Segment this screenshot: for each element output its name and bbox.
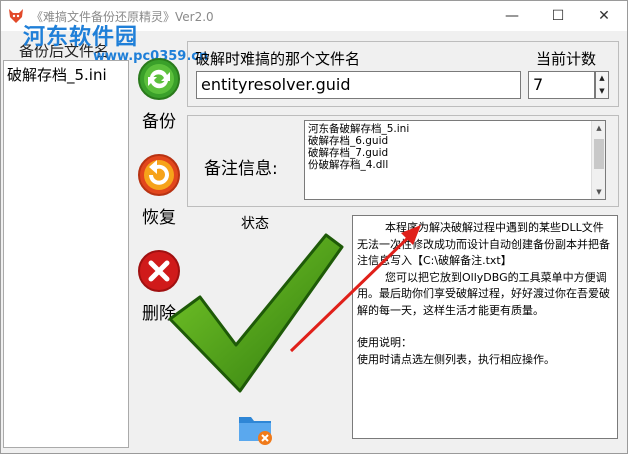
notes-scrollbar[interactable]: ▲ ▼ (591, 121, 605, 199)
maximize-button[interactable]: ☐ (535, 1, 581, 31)
minimize-button[interactable]: — (489, 1, 535, 31)
filename-input[interactable]: entityresolver.guid (196, 71, 521, 99)
notes-line: 河东备破解存档_5.ini (308, 123, 410, 135)
counter-spinner[interactable]: ▲ ▼ (595, 71, 609, 99)
backup-button[interactable]: 备份 (135, 57, 183, 132)
backup-file-list[interactable]: 破解存档_5.ini (3, 60, 129, 448)
description-text[interactable]: 本程序为解决破解过程中遇到的某些DLL文件无法一次性修改成功而设计自动创建备份副… (352, 215, 618, 439)
restore-button[interactable]: 恢复 (135, 153, 183, 228)
description-paragraph: 您可以把它放到OllyDBG的工具菜单中方便调用。最后助你们享受破解过程，好好渡… (357, 270, 610, 317)
counter-input[interactable]: 7 (528, 71, 595, 99)
spin-down-icon[interactable]: ▼ (596, 85, 608, 98)
watermark-logo: 河东软件园 (23, 25, 139, 50)
folder-delete-icon[interactable] (237, 411, 275, 447)
scroll-thumb[interactable] (594, 139, 604, 169)
app-window: 《难搞文件备份还原精灵》Ver2.0 — ☐ ✕ 破解存档_5.ini 备份后文… (0, 0, 628, 454)
description-paragraph (357, 319, 613, 335)
counter-label: 当前计数 (536, 50, 597, 68)
filename-label: 破解时难搞的那个文件名 (195, 50, 361, 68)
spin-up-icon[interactable]: ▲ (596, 72, 608, 85)
restore-undo-icon (138, 154, 180, 196)
description-paragraph: 本程序为解决破解过程中遇到的某些DLL文件无法一次性修改成功而设计自动创建备份副… (357, 221, 610, 267)
description-paragraph: 使用时请点选左侧列表，执行相应操作。 (357, 352, 555, 366)
list-item[interactable]: 破解存档_5.ini (7, 64, 107, 85)
status-check-icon (168, 233, 344, 393)
notes-line: 份破解存档_4.dll (308, 159, 389, 171)
restore-label: 恢复 (142, 208, 176, 228)
notes-label: 备注信息: (204, 159, 278, 179)
notes-line: 破解存档_7.guid (308, 147, 389, 159)
scroll-down-icon[interactable]: ▼ (592, 186, 605, 198)
close-button[interactable]: ✕ (581, 1, 627, 31)
notes-line: 破解存档_6.guid (308, 135, 389, 147)
scroll-up-icon[interactable]: ▲ (592, 122, 605, 134)
notes-textarea[interactable]: 河东备破解存档_5.ini 破解存档_6.guid 破解存档_7.guid 份破… (304, 120, 606, 200)
backup-label: 备份 (142, 112, 176, 132)
description-paragraph: 使用说明： (357, 336, 412, 349)
backup-refresh-icon (138, 58, 180, 100)
